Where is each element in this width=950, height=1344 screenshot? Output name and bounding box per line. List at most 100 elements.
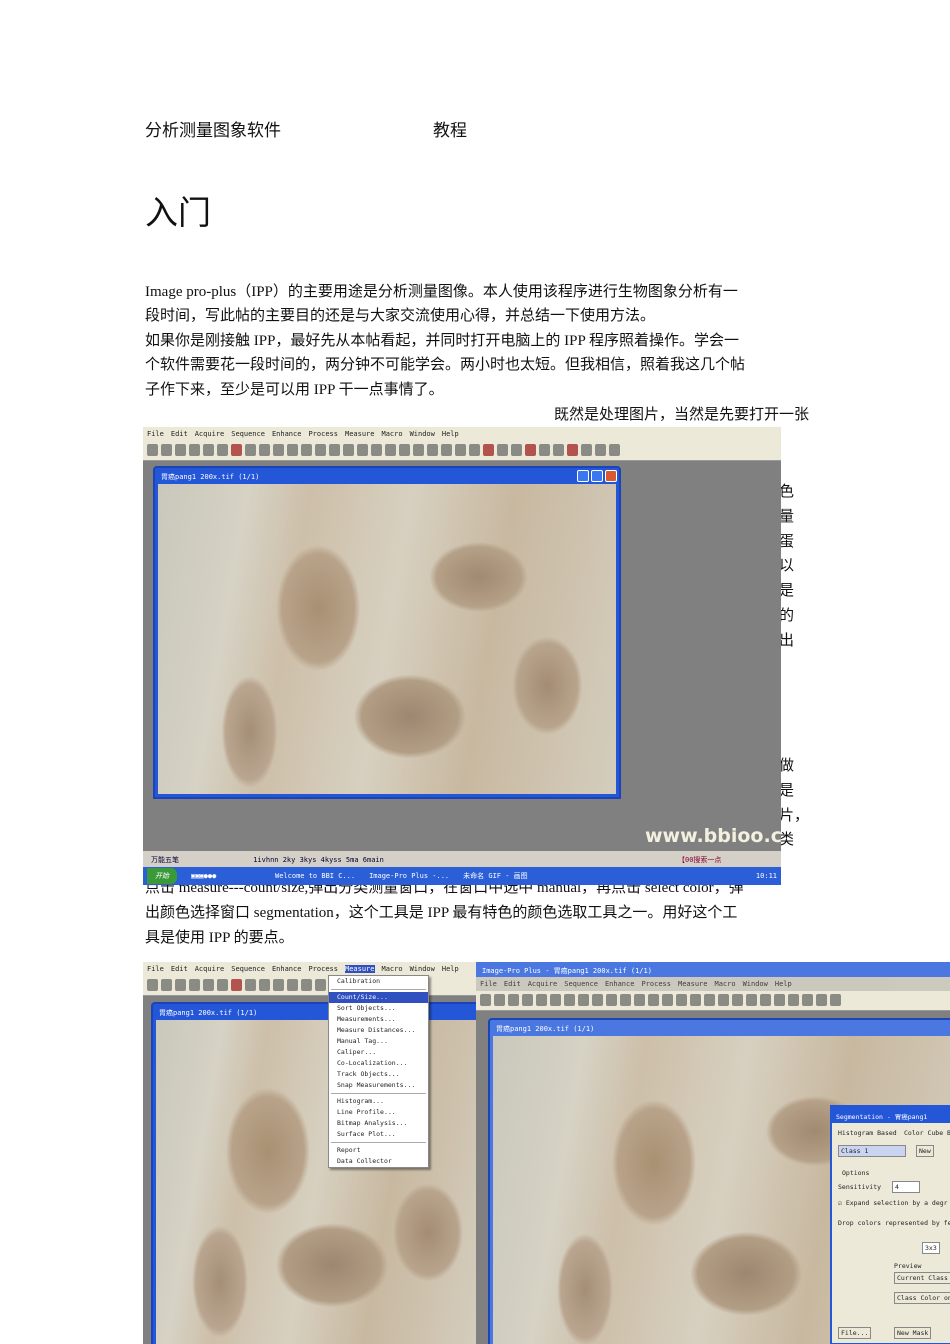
menu-enhance[interactable]: Enhance — [272, 965, 302, 973]
count-icon[interactable] — [469, 444, 480, 456]
menu-edit[interactable]: Edit — [504, 980, 521, 988]
menu-file[interactable]: File — [147, 965, 164, 973]
menu-enhance[interactable]: Enhance — [272, 430, 302, 438]
grid-icon[interactable] — [175, 444, 186, 456]
menu-measure[interactable]: Measure — [344, 965, 375, 973]
measure-icon[interactable] — [483, 444, 494, 456]
menu-acquire[interactable]: Acquire — [195, 430, 225, 438]
new-mask-button[interactable]: New Mask — [894, 1327, 932, 1339]
task-item[interactable]: 未命名 GIF - 画图 — [463, 871, 528, 881]
menu-item[interactable]: Measurements... — [329, 1014, 428, 1025]
open-icon[interactable] — [147, 444, 158, 456]
print-icon[interactable] — [217, 444, 228, 456]
contrast-icon[interactable] — [455, 444, 466, 456]
menu-item[interactable]: Manual Tag... — [329, 1036, 428, 1047]
report-icon[interactable] — [525, 444, 536, 456]
task-item[interactable]: Image-Pro Plus -... — [369, 872, 449, 880]
undo-icon[interactable] — [259, 444, 270, 456]
menu-sequence[interactable]: Sequence — [564, 980, 598, 988]
sensitivity-input[interactable]: 4 — [892, 1181, 920, 1193]
histogram-icon[interactable] — [399, 444, 410, 456]
zoom-out-icon[interactable] — [385, 444, 396, 456]
lasso-icon[interactable] — [203, 444, 214, 456]
menu-item[interactable]: Measure Distances... — [329, 1025, 428, 1036]
menu-item[interactable]: Co-Localization... — [329, 1058, 428, 1069]
menu-item[interactable]: Histogram... — [329, 1096, 428, 1107]
search-box[interactable]: 【00搜索一点 — [678, 855, 721, 865]
maximize-icon[interactable] — [591, 470, 603, 482]
chart-icon[interactable] — [497, 444, 508, 456]
menu-help[interactable]: Help — [442, 965, 459, 973]
menu-edit[interactable]: Edit — [171, 430, 188, 438]
hand-icon[interactable] — [371, 444, 382, 456]
menu-window[interactable]: Window — [410, 965, 435, 973]
close-icon[interactable] — [605, 470, 617, 482]
menu-macro[interactable]: Macro — [715, 980, 736, 988]
menu-item[interactable]: Surface Plot... — [329, 1129, 428, 1140]
fill-icon[interactable] — [329, 444, 340, 456]
current-class-option[interactable]: Current Class — [894, 1272, 950, 1284]
size-select[interactable]: 3x3 — [922, 1242, 940, 1254]
start-button[interactable]: 开始 — [147, 868, 177, 884]
menu-measure[interactable]: Measure — [678, 980, 708, 988]
camera-icon[interactable] — [189, 444, 200, 456]
polygon-icon[interactable] — [315, 444, 326, 456]
menu-file[interactable]: File — [480, 980, 497, 988]
minimize-icon[interactable] — [577, 470, 589, 482]
menu-item[interactable]: Data Collector — [329, 1156, 428, 1167]
new-class-button[interactable]: New — [916, 1145, 934, 1157]
rectangle-icon[interactable] — [287, 444, 298, 456]
menu-acquire[interactable]: Acquire — [195, 965, 225, 973]
settings-icon[interactable] — [609, 444, 620, 456]
expand-checkbox[interactable]: ☑ Expand selection by a degr — [838, 1199, 948, 1207]
menu-window[interactable]: Window — [743, 980, 768, 988]
menu-enhance[interactable]: Enhance — [605, 980, 635, 988]
tools-icon[interactable] — [581, 444, 592, 456]
menu-macro[interactable]: Macro — [382, 965, 403, 973]
menu-window[interactable]: Window — [410, 430, 435, 438]
photo-icon[interactable] — [553, 444, 564, 456]
menu-process[interactable]: Process — [308, 965, 338, 973]
menu-acquire[interactable]: Acquire — [528, 980, 558, 988]
save-icon[interactable] — [161, 444, 172, 456]
menu-sequence[interactable]: Sequence — [231, 430, 265, 438]
menu-item-calibration[interactable]: Calibration — [329, 976, 428, 987]
menu-item[interactable]: Snap Measurements... — [329, 1080, 428, 1091]
image-window[interactable]: 胃癌pang1 200x.tif (1/1) — [153, 466, 621, 799]
menu-item[interactable]: Report — [329, 1145, 428, 1156]
menu-process[interactable]: Process — [641, 980, 671, 988]
file-button[interactable]: File... — [838, 1327, 872, 1339]
filter-icon[interactable] — [427, 444, 438, 456]
class-select[interactable]: Class 1 — [838, 1145, 906, 1157]
menu-item[interactable]: Caliper... — [329, 1047, 428, 1058]
menu-macro[interactable]: Macro — [382, 430, 403, 438]
book-icon[interactable] — [231, 444, 242, 456]
quicklaunch-icons[interactable]: ▣▣▣●●● — [191, 872, 261, 880]
menu-item[interactable]: Bitmap Analysis... — [329, 1118, 428, 1129]
task-item[interactable]: Welcome to BBI C... — [275, 872, 355, 880]
layout-icon[interactable] — [595, 444, 606, 456]
menu-item[interactable]: Line Profile... — [329, 1107, 428, 1118]
ime-label[interactable]: 万能五笔 — [151, 856, 179, 864]
ellipse-icon[interactable] — [301, 444, 312, 456]
new-aoi-icon[interactable] — [273, 444, 284, 456]
tab-color-cube[interactable]: Color Cube B — [904, 1129, 950, 1137]
profile-icon[interactable] — [413, 444, 424, 456]
menu-process[interactable]: Process — [308, 430, 338, 438]
class-color-option[interactable]: Class Color on — [894, 1292, 950, 1304]
segment-icon[interactable] — [441, 444, 452, 456]
graph-icon[interactable] — [567, 444, 578, 456]
menu-file[interactable]: File — [147, 430, 164, 438]
macro-icon[interactable] — [511, 444, 522, 456]
zoom-in-icon[interactable] — [357, 444, 368, 456]
data-icon[interactable] — [539, 444, 550, 456]
tab-histogram[interactable]: Histogram Based — [838, 1129, 897, 1137]
menu-edit[interactable]: Edit — [171, 965, 188, 973]
menu-help[interactable]: Help — [775, 980, 792, 988]
menu-measure[interactable]: Measure — [345, 430, 375, 438]
menu-sequence[interactable]: Sequence — [231, 965, 265, 973]
clipboard-icon[interactable] — [245, 444, 256, 456]
menu-item[interactable]: Sort Objects... — [329, 1003, 428, 1014]
menu-item[interactable]: Track Objects... — [329, 1069, 428, 1080]
menu-item-count-size[interactable]: Count/Size... — [329, 992, 428, 1003]
